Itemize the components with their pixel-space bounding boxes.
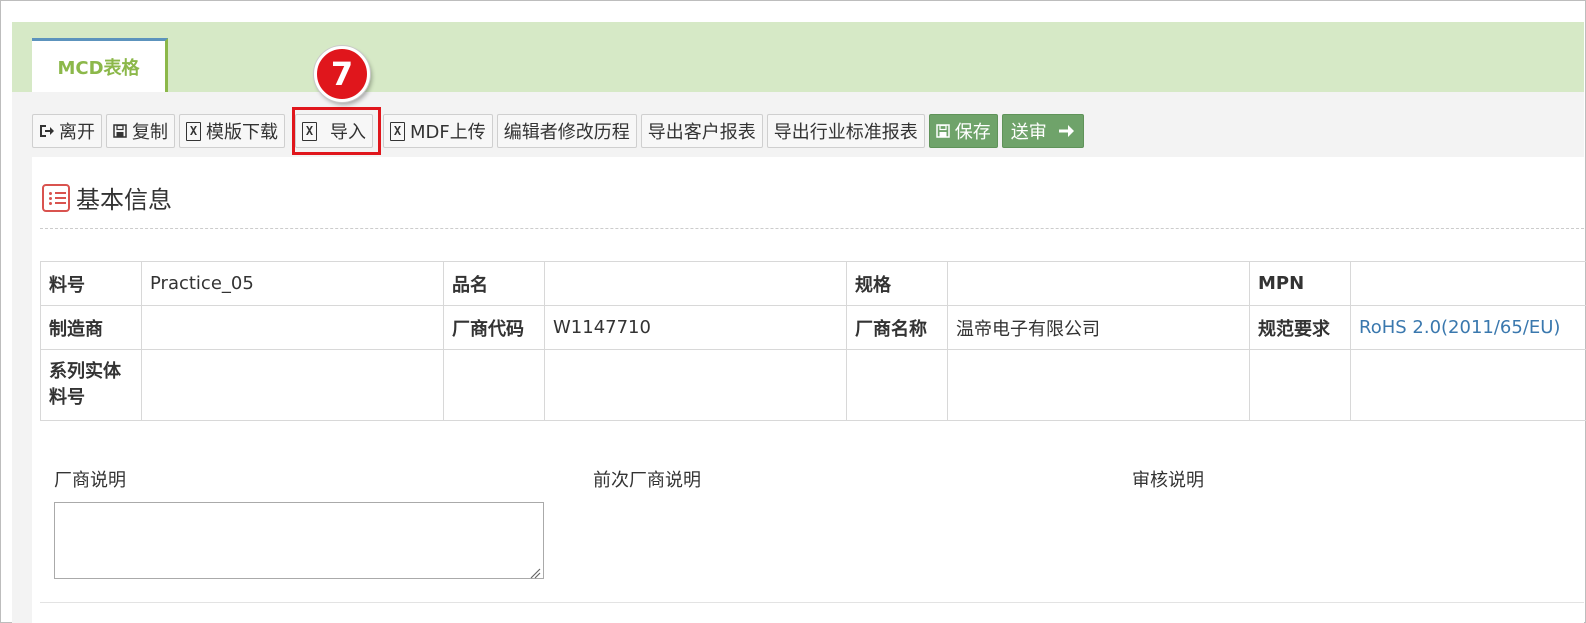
table-row: 制造商 厂商代码 W1147710 厂商名称 温帝电子有限公司 规范要求 RoH…: [40, 305, 1586, 350]
leave-label: 离开: [59, 122, 95, 143]
arrow-right-icon: [1058, 123, 1075, 139]
copy-label: 复制: [132, 122, 168, 143]
basic-info-table: 料号 Practice_05 品名 规格 MPN 制造商 厂商代码 W11477…: [40, 261, 1586, 421]
tab-label: MCD表格: [57, 57, 140, 79]
tab-mcd-form[interactable]: MCD表格: [32, 38, 168, 92]
edit-history-button[interactable]: 编辑者修改历程: [496, 114, 637, 148]
review-note-label: 审核说明: [1132, 470, 1204, 491]
spec-value: [947, 261, 1250, 306]
manufacturer-label: 制造商: [40, 305, 142, 350]
floppy-disk-icon: [113, 124, 127, 138]
vendor-name-value: 温帝电子有限公司: [947, 305, 1250, 350]
toolbar: 离开 复制 X 模版下载 X 导入 X MDF上传 编辑者修改历程 导出客户报表…: [32, 113, 1084, 149]
empty-cell: [443, 349, 545, 421]
compliance-label: 规范要求: [1249, 305, 1351, 350]
resize-grip-icon[interactable]: [529, 564, 541, 579]
vendor-note-textarea[interactable]: [54, 502, 544, 579]
product-name-value: [544, 261, 847, 306]
manufacturer-value: [141, 305, 444, 350]
vendor-note-label: 厂商说明: [54, 470, 126, 491]
mpn-value: [1350, 261, 1586, 306]
table-row: 系列实体料号: [40, 349, 1586, 421]
mdf-upload-label: MDF上传: [410, 122, 486, 143]
step-badge: 7: [314, 46, 370, 102]
export-industry-report-button[interactable]: 导出行业标准报表: [766, 114, 925, 148]
empty-cell: [1249, 349, 1351, 421]
leave-button[interactable]: 离开: [32, 114, 102, 148]
save-label: 保存: [954, 122, 991, 143]
part-number-label: 料号: [40, 261, 142, 306]
mdf-upload-button[interactable]: X MDF上传: [383, 114, 493, 148]
submit-review-button[interactable]: 送审: [1001, 114, 1084, 148]
mpn-label: MPN: [1249, 261, 1351, 306]
product-name-label: 品名: [443, 261, 545, 306]
empty-cell: [1350, 349, 1586, 421]
table-row: 料号 Practice_05 品名 规格 MPN: [40, 261, 1586, 306]
divider: [40, 602, 1584, 603]
prev-vendor-note-label: 前次厂商说明: [593, 470, 701, 491]
sign-out-icon: [39, 124, 54, 138]
part-number-value: Practice_05: [141, 261, 444, 306]
template-download-button[interactable]: X 模版下载: [179, 114, 285, 148]
submit-label: 送审: [1010, 122, 1047, 143]
section-title: 基本信息: [76, 186, 172, 214]
import-highlight-box: [292, 107, 381, 155]
empty-cell: [846, 349, 948, 421]
series-part-number-value: [141, 349, 444, 421]
section-header: 基本信息: [42, 180, 172, 215]
vendor-code-value: W1147710: [544, 305, 847, 350]
excel-file-icon: X: [390, 121, 405, 141]
floppy-disk-icon: [936, 124, 950, 138]
copy-button[interactable]: 复制: [106, 114, 175, 148]
vendor-name-label: 厂商名称: [846, 305, 948, 350]
divider: [40, 228, 1584, 229]
vendor-code-label: 厂商代码: [443, 305, 545, 350]
edit-history-label: 编辑者修改历程: [503, 122, 630, 143]
tab-bar: [12, 22, 1584, 92]
export-customer-report-button[interactable]: 导出客户报表: [640, 114, 763, 148]
empty-cell: [947, 349, 1250, 421]
empty-cell: [544, 349, 847, 421]
series-part-number-label: 系列实体料号: [40, 349, 142, 421]
compliance-link[interactable]: RoHS 2.0(2011/65/EU): [1350, 305, 1586, 350]
save-button[interactable]: 保存: [928, 114, 998, 148]
spec-label: 规格: [846, 261, 948, 306]
export-customer-label: 导出客户报表: [647, 122, 756, 143]
list-icon: [42, 183, 70, 212]
export-industry-label: 导出行业标准报表: [773, 122, 918, 143]
template-download-label: 模版下载: [206, 122, 278, 143]
excel-file-icon: X: [186, 121, 201, 141]
